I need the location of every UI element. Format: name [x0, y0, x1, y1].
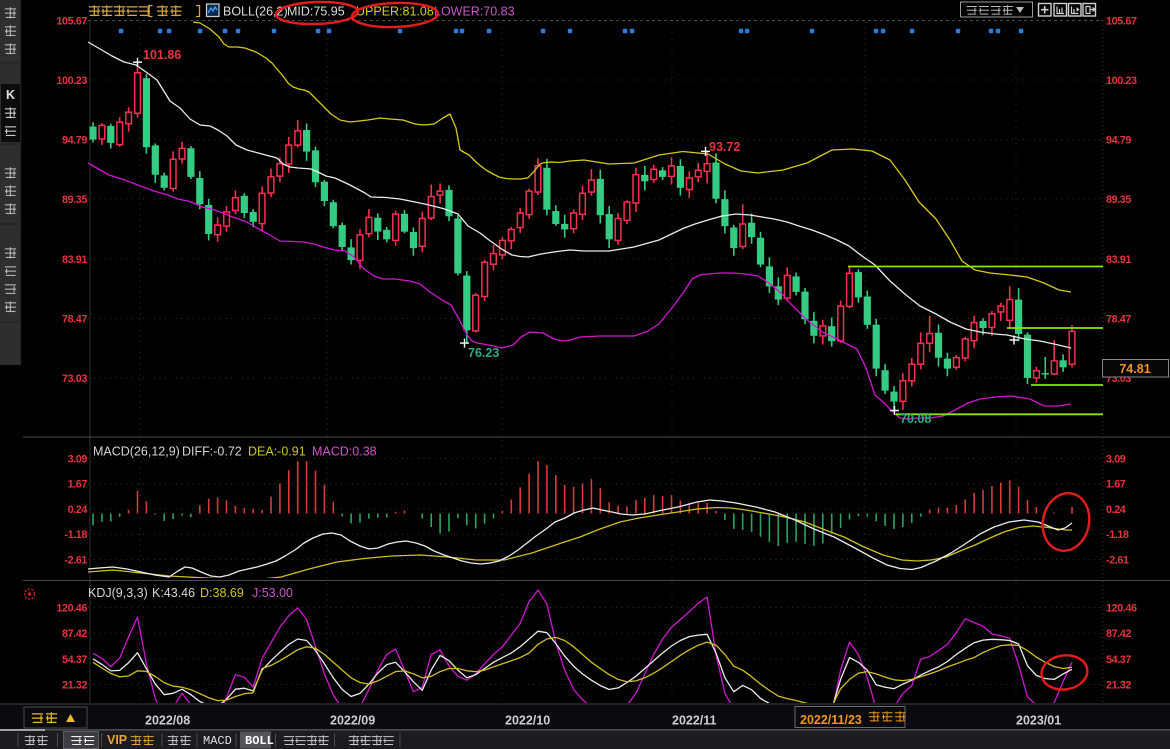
svg-text:89.35: 89.35: [1106, 194, 1131, 206]
svg-text:101.86: 101.86: [143, 48, 181, 62]
svg-text:-1.18: -1.18: [1106, 529, 1129, 541]
svg-text:21.32: 21.32: [62, 680, 87, 692]
svg-text:BOLL: BOLL: [245, 734, 274, 748]
svg-text:K:43.46: K:43.46: [152, 586, 195, 600]
svg-text:89.35: 89.35: [62, 194, 87, 206]
svg-text:J:53.00: J:53.00: [252, 586, 293, 600]
svg-text:MID:75.95: MID:75.95: [287, 5, 345, 19]
svg-text:3.09: 3.09: [68, 454, 88, 466]
svg-text:120.46: 120.46: [56, 603, 87, 615]
svg-text:K: K: [6, 88, 15, 102]
svg-text:78.47: 78.47: [62, 313, 87, 325]
svg-text:MACD:0.38: MACD:0.38: [312, 445, 377, 459]
svg-text:0.24: 0.24: [1106, 504, 1126, 516]
svg-text:100.23: 100.23: [56, 75, 87, 87]
svg-text:DIFF:-0.72: DIFF:-0.72: [182, 445, 242, 459]
svg-text:-2.61: -2.61: [64, 554, 87, 566]
svg-text:73.03: 73.03: [62, 373, 87, 385]
svg-text:0.24: 0.24: [68, 504, 88, 516]
svg-text:78.47: 78.47: [1106, 313, 1131, 325]
svg-text:2022/08: 2022/08: [145, 714, 190, 728]
svg-text:83.91: 83.91: [1106, 254, 1131, 266]
svg-text:D:38.69: D:38.69: [200, 586, 244, 600]
svg-text:100.23: 100.23: [1106, 75, 1137, 87]
svg-text:87.42: 87.42: [62, 628, 87, 640]
svg-text:3.09: 3.09: [1106, 454, 1126, 466]
svg-text:54.37: 54.37: [1106, 654, 1131, 666]
svg-text:2022/10: 2022/10: [505, 714, 550, 728]
svg-text:94.79: 94.79: [62, 135, 87, 147]
svg-text:93.72: 93.72: [709, 140, 740, 154]
svg-text:87.42: 87.42: [1106, 628, 1131, 640]
svg-text:70.08: 70.08: [900, 412, 931, 426]
svg-text:120.46: 120.46: [1106, 603, 1137, 615]
svg-text:MACD: MACD: [203, 734, 232, 748]
svg-text:2022/11: 2022/11: [672, 714, 717, 728]
svg-text:1.67: 1.67: [1106, 479, 1126, 491]
svg-text:LOWER:70.83: LOWER:70.83: [434, 5, 515, 19]
svg-text:54.37: 54.37: [62, 654, 87, 666]
svg-text:21.32: 21.32: [1106, 680, 1131, 692]
svg-text:KDJ(9,3,3): KDJ(9,3,3): [88, 586, 148, 600]
svg-text:83.91: 83.91: [62, 254, 87, 266]
svg-text:105.67: 105.67: [56, 16, 87, 28]
svg-text:-2.61: -2.61: [1106, 554, 1129, 566]
svg-text:-1.18: -1.18: [64, 529, 87, 541]
svg-text:VIP: VIP: [107, 733, 127, 747]
svg-text:DEA:-0.91: DEA:-0.91: [248, 445, 306, 459]
svg-text:94.79: 94.79: [1106, 135, 1131, 147]
svg-text:1.67: 1.67: [68, 479, 88, 491]
svg-text:74.81: 74.81: [1119, 362, 1150, 376]
svg-text:76.23: 76.23: [468, 346, 499, 360]
svg-text:105.67: 105.67: [1106, 16, 1137, 28]
svg-text:MACD(26,12,9): MACD(26,12,9): [93, 445, 180, 459]
svg-text:2023/01: 2023/01: [1016, 714, 1061, 728]
svg-text:2022/11/23: 2022/11/23: [800, 713, 862, 727]
svg-text:2022/09: 2022/09: [330, 714, 375, 728]
